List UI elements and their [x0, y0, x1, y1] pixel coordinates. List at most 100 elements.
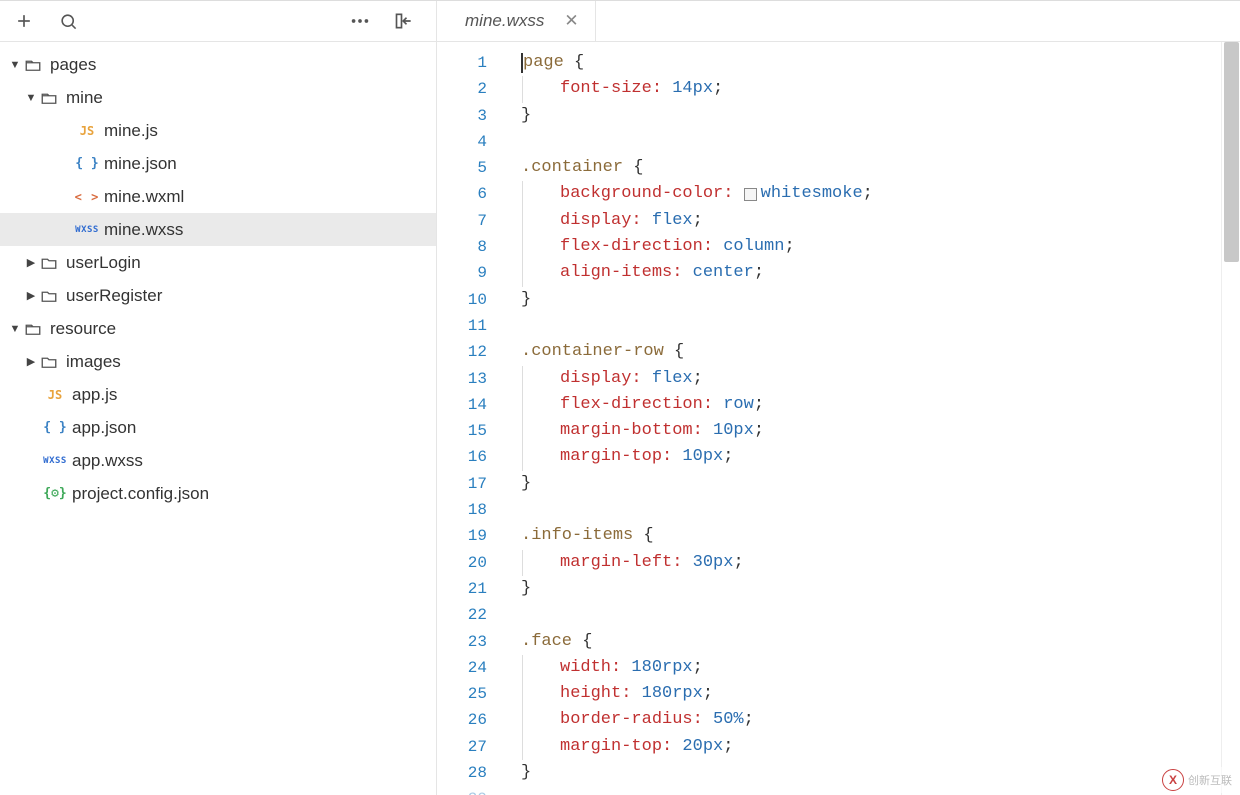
line-number: 10 [437, 287, 487, 313]
code-line[interactable]: .container-row { [497, 339, 1240, 365]
line-number: 18 [437, 497, 487, 523]
code-line[interactable]: margin-top: 20px; [497, 734, 1240, 760]
code-area[interactable]: page {font-size: 14px;} .container {back… [497, 42, 1240, 795]
line-number: 16 [437, 444, 487, 470]
search-button[interactable] [52, 5, 84, 37]
line-number: 7 [437, 208, 487, 234]
main: ▼pages ▼ mine JSmine.js{ }mine.json< >mine.… [0, 1, 1240, 795]
json-file-icon: { } [76, 156, 98, 171]
code-line[interactable]: height: 180rpx; [497, 681, 1240, 707]
code-line[interactable] [497, 313, 1240, 339]
watermark-icon: X [1162, 769, 1184, 791]
line-number: 3 [437, 103, 487, 129]
tree-item-mine-wxss[interactable]: WXSSmine.wxss [0, 213, 436, 246]
code-line[interactable]: border-radius: 50%; [497, 707, 1240, 733]
tab-mine-wxss[interactable]: mine.wxss ✕ [437, 1, 596, 41]
code-line[interactable]: display: flex; [497, 366, 1240, 392]
tree-item-mine[interactable]: ▼ mine [0, 81, 436, 114]
code-line[interactable]: } [497, 760, 1240, 786]
tree-item-label: app.wxss [72, 451, 143, 471]
chevron-down-icon: ▼ [24, 92, 38, 104]
code-line[interactable]: flex-direction: row; [497, 392, 1240, 418]
line-number: 27 [437, 734, 487, 760]
tree-item-label: app.js [72, 385, 117, 405]
line-number: 17 [437, 471, 487, 497]
code-line[interactable]: align-items: center; [497, 260, 1240, 286]
tab-bar: mine.wxss ✕ [437, 1, 1240, 42]
tab-title: mine.wxss [465, 11, 544, 31]
tree-item-label: images [66, 352, 121, 372]
more-button[interactable] [344, 5, 376, 37]
code-line[interactable] [497, 497, 1240, 523]
line-number: 25 [437, 681, 487, 707]
line-number: 22 [437, 602, 487, 628]
tree-item-mine-js[interactable]: JSmine.js [0, 114, 436, 147]
chevron-right-icon: ▶ [24, 289, 38, 302]
tree-item-app-wxss[interactable]: WXSSapp.wxss [0, 444, 436, 477]
code-line[interactable]: } [497, 576, 1240, 602]
file-explorer[interactable]: ▼pages ▼ mine JSmine.js{ }mine.json< >mine.… [0, 1, 437, 795]
code-line[interactable]: margin-top: 10px; [497, 444, 1240, 470]
line-number: 2 [437, 76, 487, 102]
chevron-right-icon: ▶ [24, 355, 38, 368]
line-number: 11 [437, 313, 487, 339]
code-line[interactable]: background-color: whitesmoke; [497, 181, 1240, 207]
tree-item-label: mine.wxml [104, 187, 184, 207]
tree-item-label: mine [66, 88, 103, 108]
line-number: 13 [437, 366, 487, 392]
collapse-sidebar-button[interactable] [388, 5, 420, 37]
watermark-text: 创新互联 [1188, 772, 1232, 788]
close-tab-icon[interactable]: ✕ [564, 11, 578, 31]
tree-item-images[interactable]: ▶ images [0, 345, 436, 378]
code-line[interactable]: font-size: 14px; [497, 76, 1240, 102]
line-number: 26 [437, 707, 487, 733]
wxss-file-icon: WXSS [76, 225, 98, 235]
code-line[interactable]: .info-items { [497, 523, 1240, 549]
tree-item-mine-json[interactable]: { }mine.json [0, 147, 436, 180]
vertical-scrollbar[interactable] [1221, 42, 1240, 795]
line-number: 19 [437, 523, 487, 549]
folder-open-icon [38, 89, 60, 107]
code-line[interactable] [497, 602, 1240, 628]
tree-item-project-config-json[interactable]: {⚙} project.config.json [0, 477, 436, 510]
color-swatch [744, 188, 757, 201]
code-line[interactable]: width: 180rpx; [497, 655, 1240, 681]
code-line[interactable]: display: flex; [497, 208, 1240, 234]
chevron-down-icon: ▼ [8, 323, 22, 335]
tree-item-label: resource [50, 319, 116, 339]
code-line[interactable]: margin-left: 30px; [497, 550, 1240, 576]
line-number: 28 [437, 760, 487, 786]
tree-item-label: project.config.json [72, 484, 209, 504]
code-editor[interactable]: 1234567891011121314151617181920212223242… [437, 42, 1240, 795]
code-line[interactable]: } [497, 471, 1240, 497]
code-line[interactable]: margin-bottom: 10px; [497, 418, 1240, 444]
tree-item-resource[interactable]: ▼ resource [0, 312, 436, 345]
tree-item-mine-wxml[interactable]: < >mine.wxml [0, 180, 436, 213]
line-number: 8 [437, 234, 487, 260]
line-number: 24 [437, 655, 487, 681]
line-number: 20 [437, 550, 487, 576]
folder-icon [38, 254, 60, 272]
scroll-thumb[interactable] [1224, 42, 1239, 262]
tree-item-userLogin[interactable]: ▶userLogin [0, 246, 436, 279]
code-line[interactable]: } [497, 287, 1240, 313]
json-file-icon: { } [44, 420, 66, 435]
editor-pane: mine.wxss ✕ 1234567891011121314151617181… [437, 1, 1240, 795]
tree-item-label: mine.js [104, 121, 158, 141]
folder-open-icon [22, 56, 44, 74]
tree-item-app-json[interactable]: { }app.json [0, 411, 436, 444]
tree-item-pages[interactable]: ▼pages [0, 48, 436, 81]
folder-open-icon [22, 320, 44, 338]
tree-item-app-js[interactable]: JSapp.js [0, 378, 436, 411]
code-line[interactable]: .face { [497, 629, 1240, 655]
tree-item-userRegister[interactable]: ▶userRegister [0, 279, 436, 312]
config-file-icon: {⚙} [44, 486, 66, 501]
code-line[interactable] [497, 129, 1240, 155]
code-line[interactable]: flex-direction: column; [497, 234, 1240, 260]
code-line[interactable]: .container { [497, 155, 1240, 181]
code-line[interactable]: page { [497, 50, 1240, 76]
app-root: ▼pages ▼ mine JSmine.js{ }mine.json< >mine.… [0, 0, 1240, 795]
new-file-button[interactable] [8, 5, 40, 37]
line-number: 15 [437, 418, 487, 444]
code-line[interactable]: } [497, 103, 1240, 129]
